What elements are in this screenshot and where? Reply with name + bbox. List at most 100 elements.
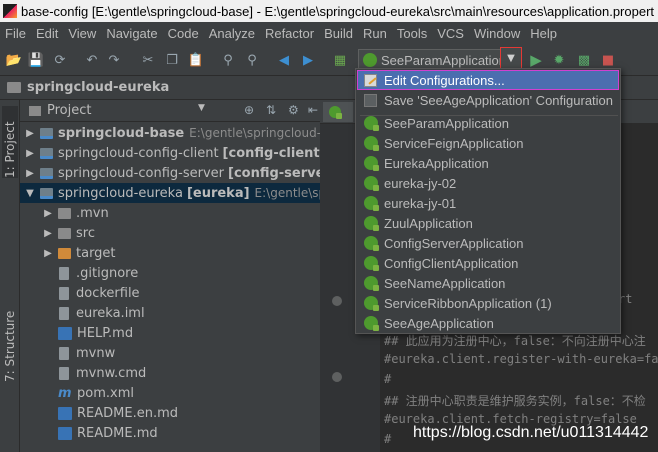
menu-vcs[interactable]: VCS xyxy=(432,26,469,41)
tree-item[interactable]: README.md xyxy=(20,423,320,443)
menu-item-label: eureka-jy-02 xyxy=(384,175,457,191)
tree-item-label: .mvn xyxy=(76,205,109,221)
run-icon[interactable]: ▶ xyxy=(528,51,544,69)
tree-item[interactable]: HELP.md xyxy=(20,323,320,343)
chevron-right-icon[interactable]: ▶ xyxy=(42,248,54,259)
code-line: # xyxy=(384,372,392,386)
module-name-tag: [config-client] xyxy=(222,145,320,161)
coverage-icon[interactable]: ▩ xyxy=(576,52,592,68)
chevron-right-icon[interactable]: ▶ xyxy=(42,208,54,219)
run-config-dropdown-arrow[interactable]: ▼ xyxy=(500,47,522,69)
spring-boot-icon xyxy=(363,116,379,131)
menu-item-configserverapplication[interactable]: ConfigServerApplication xyxy=(357,233,619,253)
tree-item-label: target xyxy=(76,245,116,261)
menu-file[interactable]: File xyxy=(0,26,31,41)
cut-icon[interactable]: ✂ xyxy=(140,52,156,68)
tree-item[interactable]: README.en.md xyxy=(20,403,320,423)
chevron-down-icon[interactable]: ▼ xyxy=(24,188,36,199)
menu-view[interactable]: View xyxy=(63,26,101,41)
tree-item-label: dockerfile xyxy=(76,285,140,301)
menu-item-label: SeeAgeApplication xyxy=(384,315,494,331)
tool-tab-project[interactable]: 1: Project xyxy=(2,106,18,178)
tree-item[interactable]: m pom.xml xyxy=(20,383,320,403)
menu-item-servicefeignapplication[interactable]: ServiceFeignApplication xyxy=(357,133,619,153)
menu-item-configclientapplication[interactable]: ConfigClientApplication xyxy=(357,253,619,273)
watermark-text: https://blog.csdn.net/u011314442 xyxy=(413,424,649,441)
redo-icon[interactable]: ↷ xyxy=(106,52,122,68)
chevron-right-icon[interactable]: ▶ xyxy=(24,168,36,179)
debug-icon[interactable]: ✹ xyxy=(551,52,567,68)
undo-icon[interactable]: ↶ xyxy=(84,52,100,68)
stop-icon[interactable]: ■ xyxy=(600,52,616,68)
menu-item-serviceribbonapplication-1[interactable]: ServiceRibbonApplication (1) xyxy=(357,293,619,313)
forward-icon[interactable]: ▶ xyxy=(300,52,316,68)
tree-item[interactable]: ▶ target xyxy=(20,243,320,263)
menu-item-label: ServiceRibbonApplication (1) xyxy=(384,295,552,311)
menu-item-eureka-jy-02[interactable]: eureka-jy-02 xyxy=(357,173,619,193)
menu-item-zuulapplication[interactable]: ZuulApplication xyxy=(357,213,619,233)
tree-item[interactable]: mvnw xyxy=(20,343,320,363)
menu-analyze[interactable]: Analyze xyxy=(204,26,260,41)
project-panel-title[interactable]: Project xyxy=(47,103,91,118)
collapse-all-icon[interactable]: ⇅ xyxy=(266,103,276,117)
file-icon xyxy=(59,306,69,320)
md-icon xyxy=(58,426,72,440)
window-title: base-config [E:\gentle\springcloud-base]… xyxy=(21,3,655,19)
tree-item[interactable]: ▶ .mvn xyxy=(20,203,320,223)
tree-item[interactable]: ▶ springcloud-config-server[config-server… xyxy=(20,163,320,183)
tree-item[interactable]: dockerfile xyxy=(20,283,320,303)
menu-build[interactable]: Build xyxy=(319,26,358,41)
code-line: ## 此应用为注册中心，false：不向注册中心注 xyxy=(384,334,646,348)
tree-item-label: mvnw xyxy=(76,345,116,361)
chevron-down-icon[interactable]: ▼ xyxy=(198,103,205,113)
tree-item[interactable]: ▶ springcloud-config-client [config-client… xyxy=(20,143,320,163)
tree-item[interactable]: mvnw.cmd xyxy=(20,363,320,383)
scroll-from-source-icon[interactable]: ⊕ xyxy=(244,103,254,117)
orange-icon xyxy=(58,247,71,259)
menu-item-eurekaapplication[interactable]: EurekaApplication xyxy=(357,153,619,173)
menu-code[interactable]: Code xyxy=(163,26,204,41)
menu-item-label: ConfigServerApplication xyxy=(384,235,524,251)
copy-icon[interactable]: ❐ xyxy=(164,52,180,68)
properties-file-icon xyxy=(329,106,342,119)
tree-item[interactable]: ▶ springcloud-base E:\gentle\springcloud-b… xyxy=(20,123,320,143)
paste-icon[interactable]: 📋 xyxy=(188,52,204,68)
menu-run[interactable]: Run xyxy=(358,26,392,41)
menu-edit[interactable]: Edit xyxy=(31,26,63,41)
save-all-icon[interactable]: 💾 xyxy=(28,52,44,68)
gear-icon[interactable]: ⚙ xyxy=(288,103,299,117)
build-icon[interactable]: ▦ xyxy=(332,52,348,68)
menu-item-label: Save 'SeeAgeApplication' Configuration xyxy=(384,92,614,108)
editor-tab[interactable] xyxy=(323,102,353,122)
menu-item-save-seeageapplication-configuration[interactable]: Save 'SeeAgeApplication' Configuration xyxy=(357,90,619,110)
sync-icon[interactable]: ⟳ xyxy=(52,52,68,68)
menu-navigate[interactable]: Navigate xyxy=(101,26,162,41)
menu-item-edit-configurations[interactable]: Edit Configurations... xyxy=(357,70,619,90)
spring-boot-icon xyxy=(363,296,379,311)
back-icon[interactable]: ◀ xyxy=(276,52,292,68)
menu-item-seeageapplication[interactable]: SeeAgeApplication xyxy=(357,313,619,333)
menu-refactor[interactable]: Refactor xyxy=(260,26,319,41)
menu-item-seeparamapplication[interactable]: SeeParamApplication xyxy=(357,113,619,133)
menu-item-eureka-jy-01[interactable]: eureka-jy-01 xyxy=(357,193,619,213)
module-icon xyxy=(40,187,53,199)
replace-icon[interactable]: ⚲ xyxy=(244,52,260,68)
tree-item[interactable]: .gitignore xyxy=(20,263,320,283)
chevron-right-icon[interactable]: ▶ xyxy=(24,148,36,159)
chevron-right-icon[interactable]: ▶ xyxy=(24,128,36,139)
tree-item[interactable]: eureka.iml xyxy=(20,303,320,323)
find-icon[interactable]: ⚲ xyxy=(220,52,236,68)
chevron-right-icon[interactable]: ▶ xyxy=(42,228,54,239)
breadcrumb-project[interactable]: springcloud-eureka xyxy=(27,80,169,95)
tree-item-label: springcloud-config-client xyxy=(58,145,219,161)
menu-item-seenameapplication[interactable]: SeeNameApplication xyxy=(357,273,619,293)
menu-tools[interactable]: Tools xyxy=(392,26,432,41)
tool-tab-structure[interactable]: 7: Structure xyxy=(2,300,18,382)
menu-help[interactable]: Help xyxy=(525,26,562,41)
tree-item[interactable]: ▶ src xyxy=(20,223,320,243)
hide-icon[interactable]: ⇤ xyxy=(308,103,318,117)
menu-window[interactable]: Window xyxy=(469,26,525,41)
tree-item[interactable]: ▼ springcloud-eureka[eureka] E:\gentle\spr… xyxy=(20,183,320,203)
open-folder-icon[interactable]: 📂 xyxy=(6,52,22,68)
run-config-popup-menu: Edit Configurations... Save 'SeeAgeApplic… xyxy=(355,68,621,334)
